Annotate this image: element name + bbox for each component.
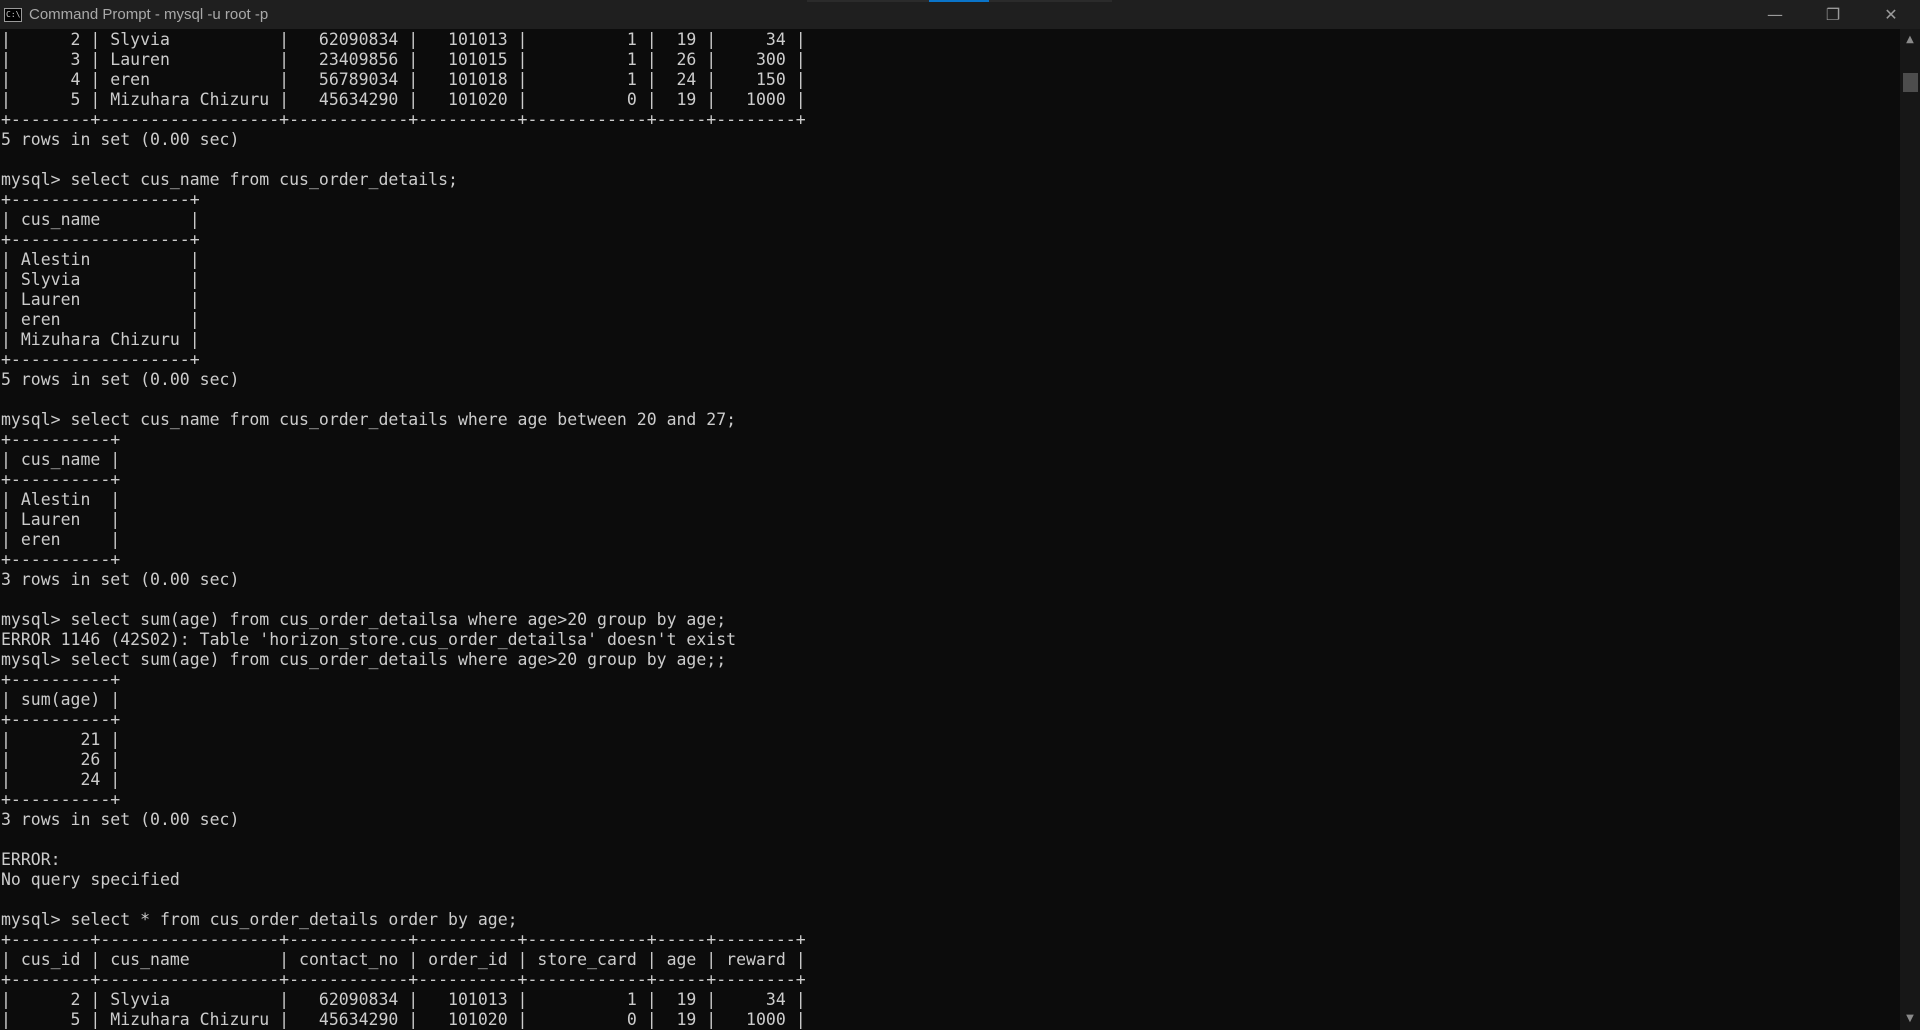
console-line: +----------+ — [1, 790, 121, 809]
console-line: | cus_name | — [1, 210, 200, 229]
console-line: | Lauren | — [1, 510, 121, 529]
console-line: | 5 | Mizuhara Chizuru | 45634290 | 1010… — [1, 1010, 806, 1029]
console-line: | Alestin | — [1, 490, 121, 509]
console-line: | 3 | Lauren | 23409856 | 101015 | 1 | 2… — [1, 50, 806, 69]
console-line: +----------+ — [1, 670, 121, 689]
console-line: mysql> select cus_name from cus_order_de… — [1, 170, 458, 189]
console-line: | 24 | — [1, 770, 121, 789]
console-line: mysql> select * from cus_order_details o… — [1, 910, 518, 929]
console-line: 5 rows in set (0.00 sec) — [1, 130, 240, 149]
console-line: 5 rows in set (0.00 sec) — [1, 370, 240, 389]
console-line: | eren | — [1, 310, 200, 329]
console-line: | eren | — [1, 530, 121, 549]
console-line: +------------------+ — [1, 190, 200, 209]
console-line: ERROR: — [1, 850, 61, 869]
scroll-up-arrow-icon[interactable]: ▲ — [1900, 31, 1920, 49]
maximize-button[interactable]: ❐ — [1804, 0, 1862, 29]
console-line: | 26 | — [1, 750, 121, 769]
console-line: | cus_id | cus_name | contact_no | order… — [1, 950, 806, 969]
console-output[interactable]: | 2 | Slyvia | 62090834 | 101013 | 1 | 1… — [0, 29, 1900, 1030]
progress-accent — [929, 0, 989, 2]
console-line: | 21 | — [1, 730, 121, 749]
scroll-down-arrow-icon[interactable]: ▼ — [1900, 1010, 1920, 1028]
console-line: +----------+ — [1, 430, 121, 449]
console-line: | 4 | eren | 56789034 | 101018 | 1 | 24 … — [1, 70, 806, 89]
console-line: +------------------+ — [1, 230, 200, 249]
window-title: Command Prompt - mysql -u root -p — [29, 6, 269, 23]
cmd-icon[interactable]: C:\ — [4, 7, 22, 22]
console-line: | 5 | Mizuhara Chizuru | 45634290 | 1010… — [1, 90, 806, 109]
console-line: 3 rows in set (0.00 sec) — [1, 570, 240, 589]
console-line: | Alestin | — [1, 250, 200, 269]
console-line: mysql> select sum(age) from cus_order_de… — [1, 650, 727, 669]
taskbar-progress-strip — [807, 0, 1112, 2]
console-line: | 2 | Slyvia | 62090834 | 101013 | 1 | 1… — [1, 990, 806, 1009]
console-line: | cus_name | — [1, 450, 121, 469]
scroll-thumb[interactable] — [1903, 73, 1918, 92]
console-line: mysql> select sum(age) from cus_order_de… — [1, 610, 727, 629]
console-line: +--------+------------------+-----------… — [1, 930, 806, 949]
console-line: | Lauren | — [1, 290, 200, 309]
console-line: 3 rows in set (0.00 sec) — [1, 810, 240, 829]
console-line: | 2 | Slyvia | 62090834 | 101013 | 1 | 1… — [1, 30, 806, 49]
console-line: +--------+------------------+-----------… — [1, 970, 806, 989]
console-line: +------------------+ — [1, 350, 200, 369]
vertical-scrollbar[interactable]: ▲ ▼ — [1900, 29, 1920, 1030]
console-line: | sum(age) | — [1, 690, 121, 709]
console-line: +----------+ — [1, 710, 121, 729]
window-controls: — ❐ ✕ — [1746, 0, 1920, 29]
console-line: mysql> select cus_name from cus_order_de… — [1, 410, 737, 429]
console-line: ERROR 1146 (42S02): Table 'horizon_store… — [1, 630, 737, 649]
console-line: | Slyvia | — [1, 270, 200, 289]
close-button[interactable]: ✕ — [1862, 0, 1920, 29]
console-line: +----------+ — [1, 550, 121, 569]
console-line: No query specified — [1, 870, 180, 889]
console-line: | Mizuhara Chizuru | — [1, 330, 200, 349]
minimize-button[interactable]: — — [1746, 0, 1804, 29]
console-line: +----------+ — [1, 470, 121, 489]
title-bar: C:\ Command Prompt - mysql -u root -p — … — [0, 0, 1920, 29]
console-line: +--------+------------------+-----------… — [1, 110, 806, 129]
